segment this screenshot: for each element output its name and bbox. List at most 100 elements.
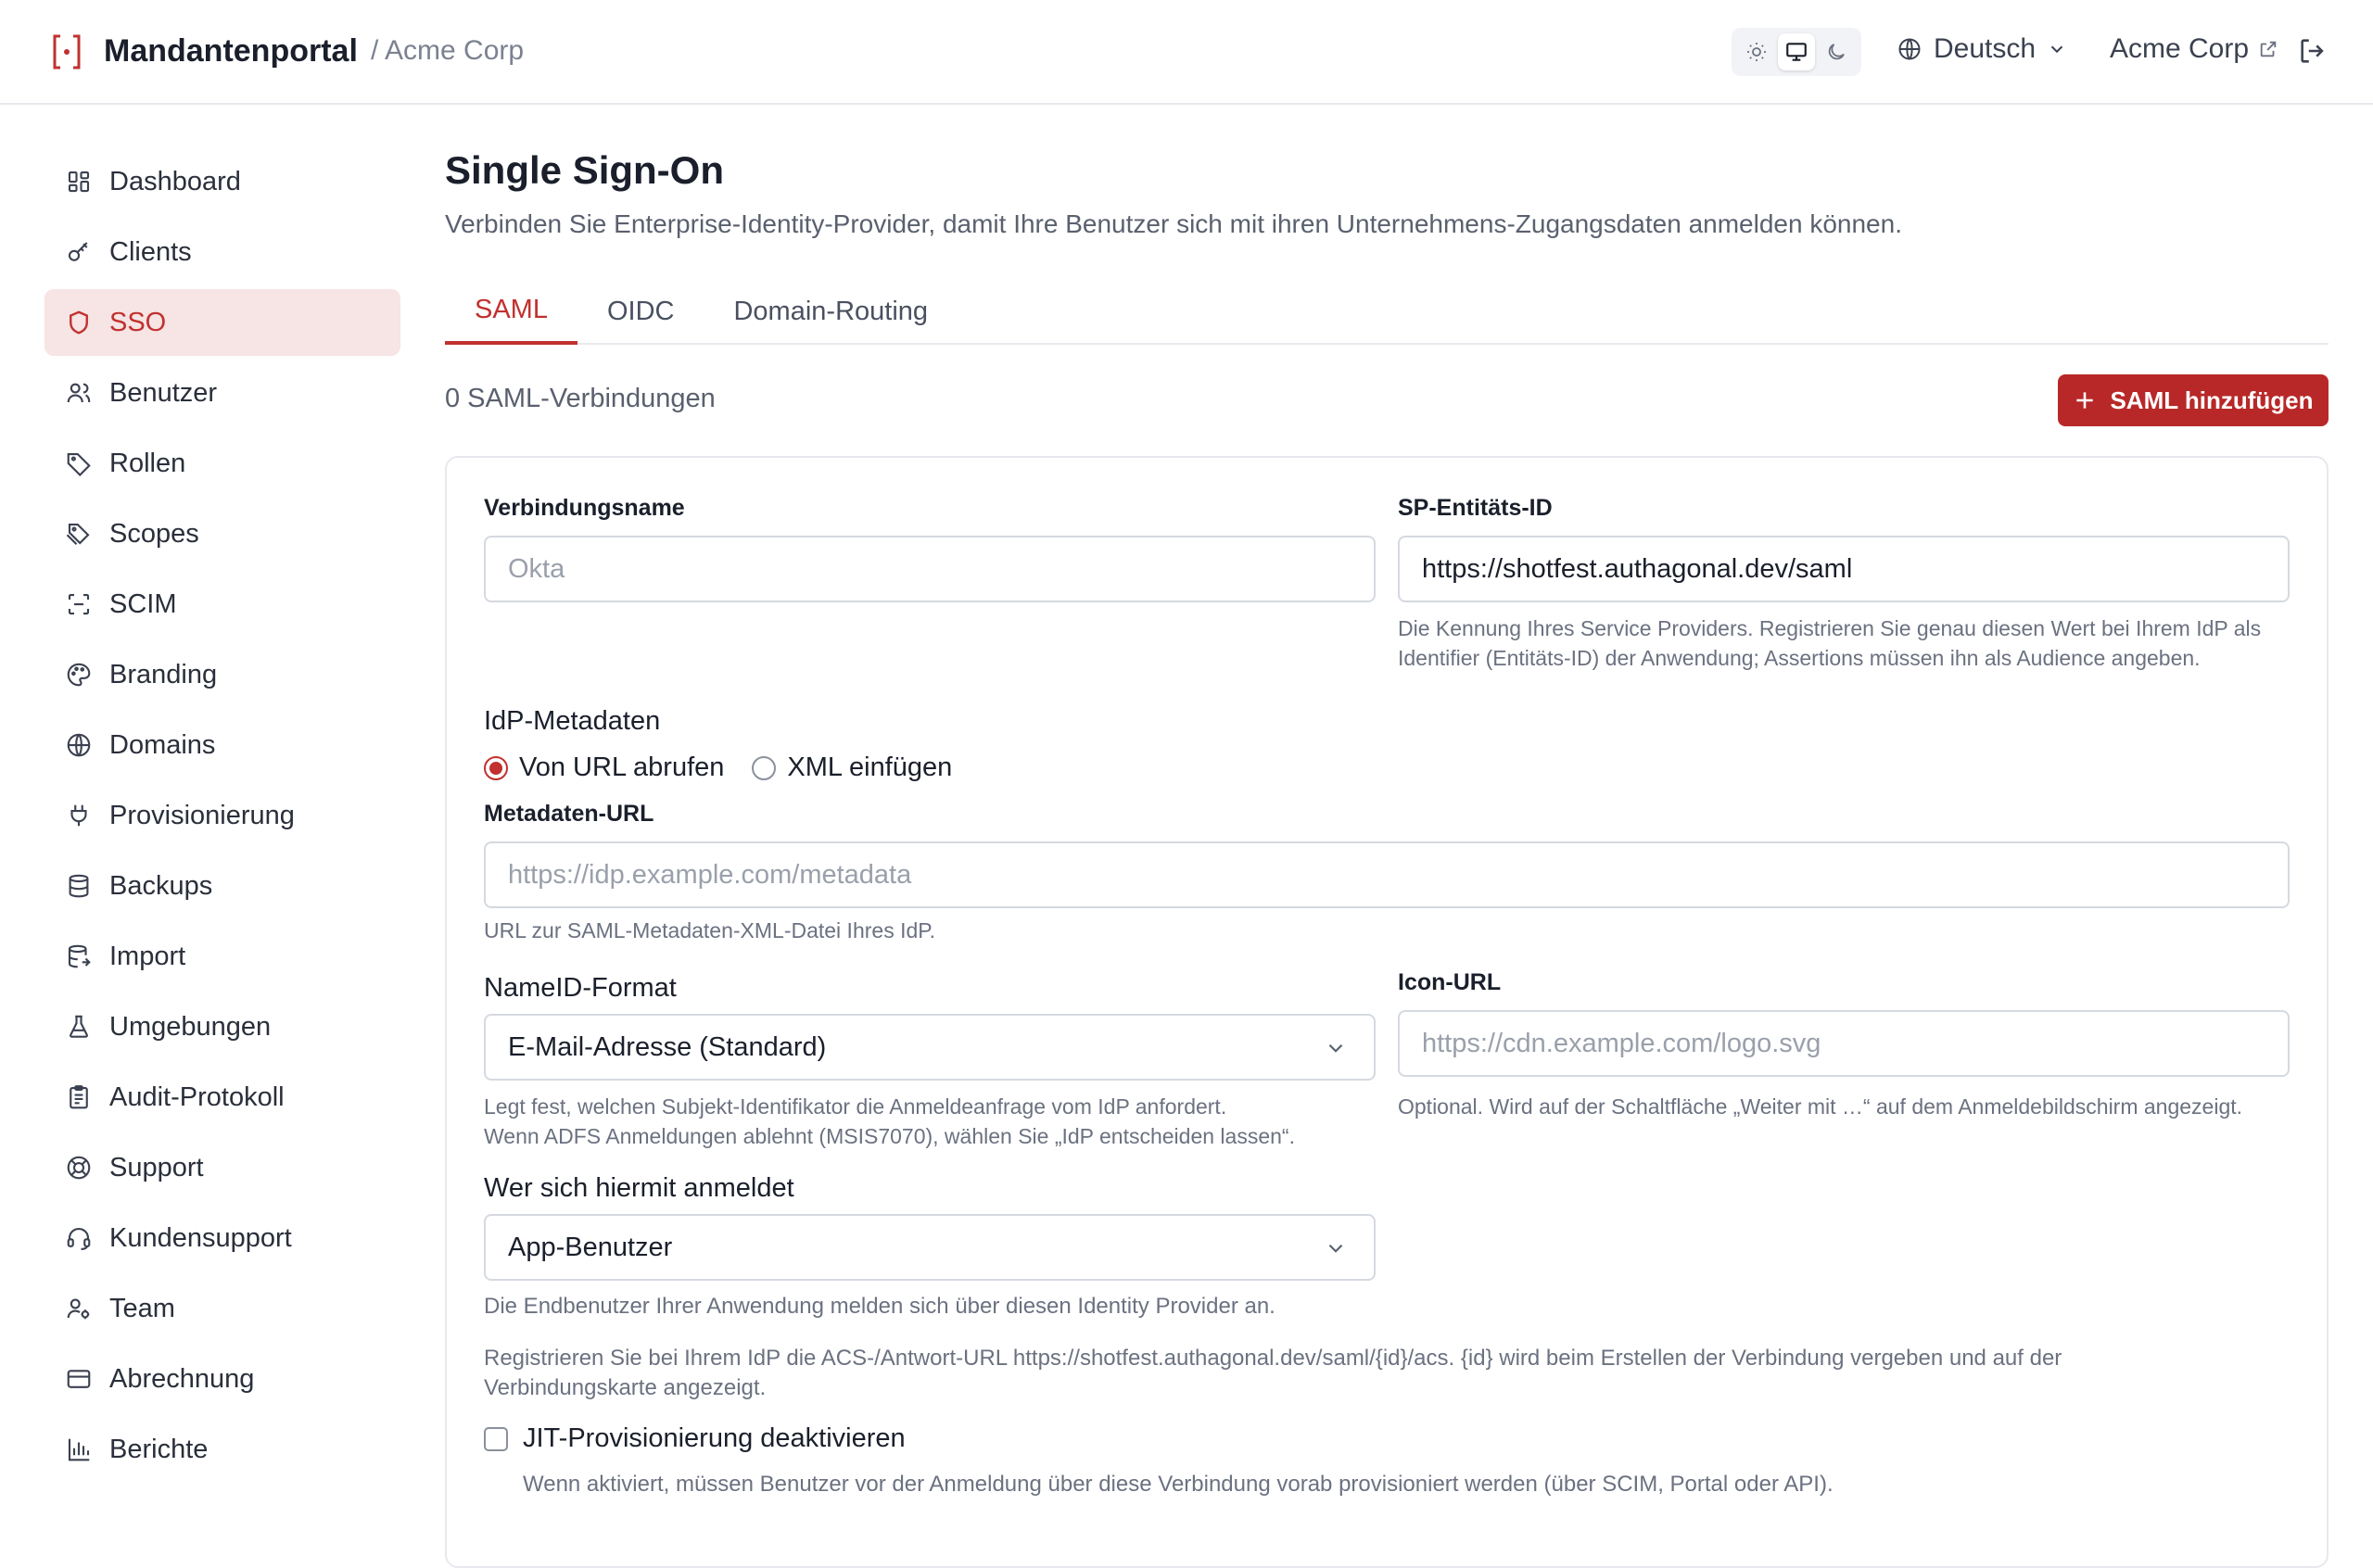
acs-help-1: Registrieren Sie bei Ihrem IdP die ACS-/… — [484, 1346, 2062, 1371]
sun-icon — [1747, 43, 1767, 61]
sidebar-item-label: Import — [109, 941, 186, 971]
tab-oidc[interactable]: OIDC — [577, 278, 704, 345]
metadata-url-input[interactable]: https://idp.example.com/metadata — [484, 841, 2290, 908]
who-select[interactable]: App-Benutzer — [484, 1214, 1376, 1281]
tenant-label: Acme Corp — [2110, 33, 2250, 64]
acs-help-2: Verbindungskarte angezeigt. — [484, 1375, 767, 1400]
theme-system-button[interactable] — [1777, 33, 1815, 70]
theme-light-button[interactable] — [1738, 33, 1775, 70]
sidebar-item-label: Domains — [109, 729, 216, 760]
database-icon — [69, 874, 89, 898]
tags-icon — [66, 523, 90, 546]
sidebar-item-audit-protokoll[interactable]: Audit-Protokoll — [44, 1064, 400, 1131]
connection-count: 0 SAML-Verbindungen — [445, 384, 716, 413]
chevron-down-icon — [2050, 45, 2063, 54]
radio-url[interactable] — [484, 755, 508, 780]
sidebar-item-label: Scopes — [109, 518, 199, 549]
lifebuoy-icon — [67, 1156, 91, 1180]
sidebar-item-team[interactable]: Team — [44, 1275, 400, 1342]
sidebar-item-label: Umgebungen — [109, 1011, 272, 1042]
idp-metadata-label: IdP-Metadaten — [484, 706, 661, 736]
connection-name-input[interactable]: Okta — [484, 536, 1376, 602]
sidebar-item-rollen[interactable]: Rollen — [44, 430, 400, 497]
sidebar-item-umgebungen[interactable]: Umgebungen — [44, 993, 400, 1060]
nameid-value: E-Mail-Adresse (Standard) — [508, 1031, 827, 1062]
icon-url-label: Icon-URL — [1398, 969, 1502, 995]
nameid-label: NameID-Format — [484, 973, 677, 1003]
sp-entity-input[interactable]: https://shotfest.authagonal.dev/saml — [1398, 536, 2290, 602]
jit-row: JIT-Provisionierung deaktivieren — [484, 1423, 906, 1454]
add-saml-button[interactable]: SAML hinzufügen — [2058, 374, 2329, 426]
users-icon — [67, 383, 91, 403]
sidebar-item-label: Abrechnung — [109, 1363, 255, 1394]
scan-icon — [68, 593, 90, 615]
sidebar-item-label: Backups — [109, 870, 213, 901]
tab-saml[interactable]: SAML — [445, 278, 577, 345]
sidebar-item-scopes[interactable]: Scopes — [44, 500, 400, 567]
plus-icon — [2076, 392, 2094, 409]
moon-icon — [1828, 44, 1845, 60]
language-selector[interactable]: Deutsch — [1897, 33, 2067, 65]
jit-label[interactable]: JIT-Provisionierung deaktivieren — [523, 1423, 906, 1454]
jit-checkbox[interactable] — [484, 1426, 508, 1451]
sidebar-item-backups[interactable]: Backups — [44, 853, 400, 919]
sidebar-item-import[interactable]: Import — [44, 923, 400, 990]
saml-form-card: Verbindungsname Okta SP-Entitäts-ID http… — [445, 456, 2329, 1568]
language-label: Deutsch — [1934, 33, 2037, 64]
external-link-icon — [2260, 41, 2277, 57]
jit-help: Wenn aktiviert, müssen Benutzer vor der … — [523, 1472, 1834, 1497]
add-saml-label: SAML hinzufügen — [2110, 386, 2314, 414]
icon-url-input[interactable]: https://cdn.example.com/logo.svg — [1398, 1010, 2290, 1077]
radio-xml[interactable] — [752, 755, 777, 780]
sidebar-item-kundensupport[interactable]: Kundensupport — [44, 1205, 400, 1271]
theme-dark-button[interactable] — [1818, 33, 1855, 70]
globe-icon — [67, 733, 91, 757]
team-icon — [67, 1298, 90, 1320]
sidebar-item-label: Audit-Protokoll — [109, 1081, 285, 1112]
logo-icon — [53, 34, 81, 70]
sidebar-item-sso[interactable]: SSO — [44, 289, 400, 356]
sidebar-item-dashboard[interactable]: Dashboard — [44, 148, 400, 215]
sidebar-item-label: Support — [109, 1152, 204, 1182]
tenant-link[interactable]: Acme Corp — [2110, 33, 2278, 65]
palette-icon — [67, 663, 91, 687]
sidebar-item-label: Rollen — [109, 448, 186, 478]
sidebar-item-provisionierung[interactable]: Provisionierung — [44, 782, 400, 849]
sidebar-item-abrechnung[interactable]: Abrechnung — [44, 1346, 400, 1412]
radio-url-label[interactable]: Von URL abrufen — [519, 752, 724, 783]
sidebar-item-label: Kundensupport — [109, 1222, 292, 1253]
sidebar: Dashboard Clients SSO Benutzer Rollen Sc… — [44, 148, 400, 1486]
who-value: App-Benutzer — [508, 1232, 673, 1262]
headset-icon — [67, 1227, 91, 1250]
sidebar-item-label: Team — [109, 1293, 175, 1323]
monitor-icon — [1786, 43, 1807, 61]
credit-card-icon — [67, 1370, 91, 1388]
sidebar-item-berichte[interactable]: Berichte — [44, 1416, 400, 1483]
who-label: Wer sich hiermit anmeldet — [484, 1173, 794, 1203]
sidebar-item-clients[interactable]: Clients — [44, 219, 400, 285]
nameid-select[interactable]: E-Mail-Adresse (Standard) — [484, 1014, 1376, 1081]
theme-switch — [1732, 28, 1861, 76]
sidebar-item-domains[interactable]: Domains — [44, 712, 400, 778]
sidebar-item-label: SSO — [109, 307, 167, 337]
sidebar-item-branding[interactable]: Branding — [44, 641, 400, 708]
radio-xml-label[interactable]: XML einfügen — [787, 752, 952, 783]
idp-metadata-radio-group: Von URL abrufen XML einfügen — [484, 752, 952, 783]
sidebar-item-label: SCIM — [109, 588, 177, 619]
logout-icon[interactable] — [2297, 35, 2329, 67]
tag-icon — [67, 452, 91, 477]
tab-domain-routing[interactable]: Domain-Routing — [704, 278, 958, 345]
metadata-url-help: URL zur SAML-Metadaten-XML-Datei Ihres I… — [484, 918, 936, 942]
dashboard-icon — [68, 171, 90, 193]
sidebar-item-benutzer[interactable]: Benutzer — [44, 360, 400, 426]
app-title: Mandantenportal — [104, 33, 358, 69]
who-help: Die Endbenutzer Ihrer Anwendung melden s… — [484, 1294, 1275, 1319]
main-content: Single Sign-On Verbinden Sie Enterprise-… — [445, 148, 2329, 1568]
chevron-down-icon — [1328, 1043, 1343, 1053]
page-subtitle: Verbinden Sie Enterprise-Identity-Provid… — [445, 209, 1902, 238]
sidebar-item-support[interactable]: Support — [44, 1134, 400, 1201]
sidebar-item-scim[interactable]: SCIM — [44, 571, 400, 638]
sp-entity-help-2: Identifier (Entitäts-ID) der Anwendung; … — [1398, 646, 2201, 670]
sidebar-item-label: Clients — [109, 236, 192, 267]
bar-chart-icon — [68, 1438, 90, 1461]
